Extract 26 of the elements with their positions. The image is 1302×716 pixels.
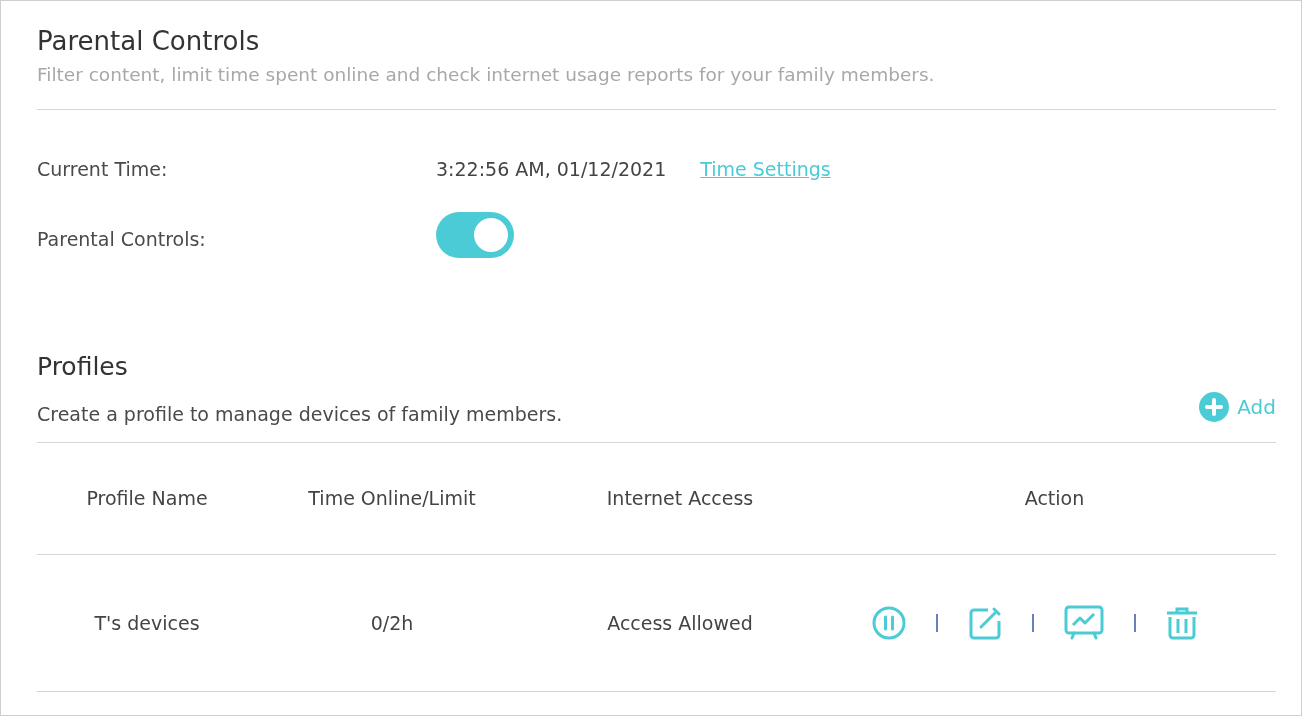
edit-button[interactable]: [967, 606, 1002, 640]
chart-monitor-icon: [1063, 605, 1104, 641]
add-button[interactable]: Add: [1199, 392, 1276, 422]
pause-button[interactable]: [871, 606, 906, 640]
time-limit-cell: 0/2h: [370, 611, 414, 634]
trash-button[interactable]: [1165, 606, 1198, 640]
section-description: Create a profile to manage devices of family members.: [37, 402, 563, 427]
column-header: Time Online/Limit: [308, 487, 476, 510]
chart-monitor-button[interactable]: [1063, 605, 1104, 641]
field-label: Current Time:: [37, 156, 169, 182]
toggle-switch[interactable]: [436, 212, 514, 258]
page-description: Filter content, limit time spent online and check internet usage reports for your family members.: [37, 63, 936, 87]
current-time-value: 3:22:56 AM, 01/12/2021: [436, 156, 667, 182]
pause-icon: [871, 606, 906, 640]
time-settings-link[interactable]: Time Settings: [700, 154, 831, 184]
page-title: Parental Controls: [37, 25, 261, 58]
column-header: Action: [1024, 487, 1085, 510]
edit-icon: [967, 606, 1002, 640]
plus-circle-icon: [1199, 392, 1230, 422]
column-header: Internet Access: [606, 487, 754, 510]
profile-name-cell: T's devices: [94, 611, 200, 634]
field-label: Parental Controls:: [37, 226, 207, 252]
access-status-cell: Access Allowed: [607, 611, 753, 634]
trash-icon: [1165, 606, 1198, 640]
section-title: Profiles: [37, 351, 129, 383]
column-header: Profile Name: [86, 487, 208, 510]
